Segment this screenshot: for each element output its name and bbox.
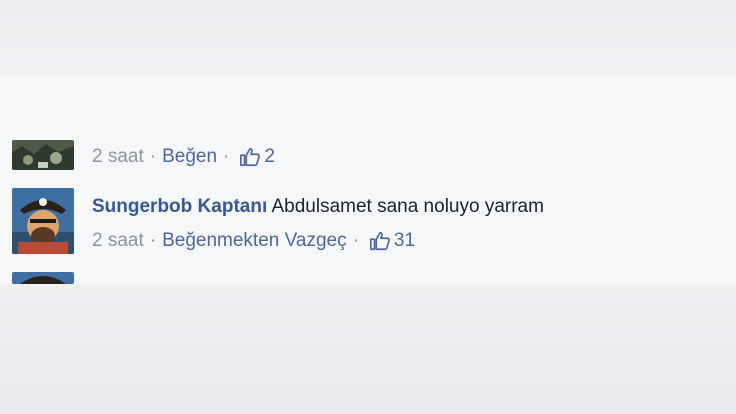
avatar-previous-commenter[interactable] xyxy=(12,140,74,170)
like-count-value: 31 xyxy=(393,230,416,251)
separator-dot: · xyxy=(223,146,230,167)
separator-dot: · xyxy=(149,146,157,167)
avatar-next-commenter[interactable] xyxy=(12,272,74,284)
comment-time[interactable]: 2 saat xyxy=(92,230,144,252)
previous-comment-meta: 2 saat · Beğen · 2 xyxy=(92,146,275,168)
like-count-value: 2 xyxy=(264,146,275,167)
main-comment-meta: 2 saat · Beğenmekten Vazgeç · 31 xyxy=(92,230,415,252)
thumbs-up-icon xyxy=(240,147,261,167)
unlike-button[interactable]: Beğenmekten Vazgeç xyxy=(162,230,347,252)
comment-text-line: Sungerbob Kaptanı Abdulsamet sana noluyo… xyxy=(92,196,544,218)
like-button[interactable]: Beğen xyxy=(162,146,217,168)
separator-dot: · xyxy=(149,230,157,251)
comments-panel: 2 saat · Beğen · 2 Sungerbob Kaptanı Abd… xyxy=(0,76,736,284)
avatar-sungerbob[interactable] xyxy=(12,188,74,254)
comment-author[interactable]: Sungerbob Kaptanı xyxy=(92,196,267,217)
top-background xyxy=(0,0,736,76)
comment-time[interactable]: 2 saat xyxy=(92,146,144,168)
like-count[interactable]: 31 xyxy=(369,230,415,252)
separator-dot: · xyxy=(352,230,359,251)
thumbs-up-icon xyxy=(369,231,390,251)
comment-body: Abdulsamet sana noluyo yarram xyxy=(271,196,544,217)
bottom-background xyxy=(0,284,736,414)
like-count[interactable]: 2 xyxy=(239,146,275,168)
